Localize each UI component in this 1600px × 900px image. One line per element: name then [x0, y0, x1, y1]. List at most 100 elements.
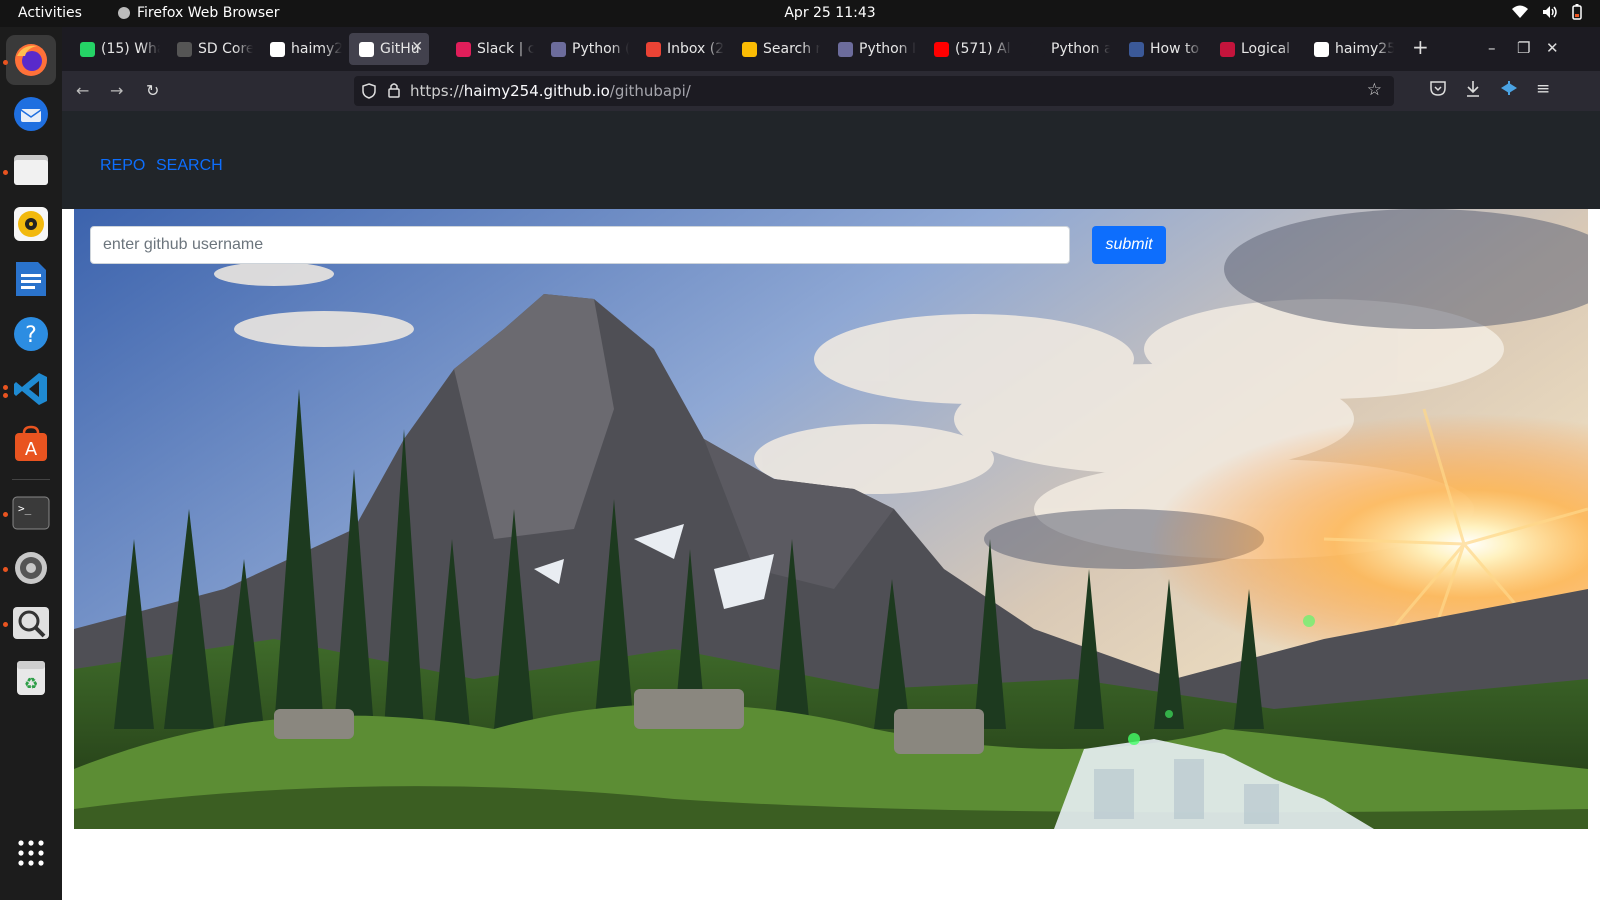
dock-files[interactable]: [10, 148, 52, 190]
blank-icon: [1030, 41, 1045, 57]
svg-text:♻: ♻: [24, 674, 38, 693]
whatsapp-icon: [80, 41, 95, 57]
browser-tab[interactable]: How to: [1119, 33, 1203, 65]
software-center-icon: A: [15, 425, 47, 461]
dock: ? A >_ ♻: [0, 27, 62, 900]
lock-icon[interactable]: [388, 82, 400, 98]
tab-fade: [516, 33, 534, 65]
pocket-icon[interactable]: [1430, 80, 1446, 96]
browser-tab[interactable]: SD Core: [167, 33, 253, 65]
url-text[interactable]: https://haimy254.github.io/githubapi/: [410, 82, 691, 100]
nav-link-repo[interactable]: REPO: [100, 157, 145, 175]
terminal-icon: >_: [12, 496, 50, 530]
dock-vscode[interactable]: [10, 368, 52, 410]
browser-tab[interactable]: Inbox (2: [636, 33, 724, 65]
dock-show-apps[interactable]: [10, 832, 52, 874]
forward-button[interactable]: →: [110, 81, 123, 100]
browser-tab[interactable]: Python I: [828, 33, 916, 65]
web-page: REPO SEARCH enter github username submit: [62, 111, 1600, 900]
address-bar[interactable]: https://haimy254.github.io/githubapi/ ☆: [354, 76, 1394, 106]
python-icon: [551, 41, 566, 57]
battery-icon: [1572, 4, 1582, 20]
new-tab-button[interactable]: +: [1412, 35, 1429, 59]
svg-text:>_: >_: [18, 502, 32, 515]
browser-tab[interactable]: Python add: [1020, 33, 1110, 65]
settings-icon: [15, 552, 47, 584]
browser-tab[interactable]: GitHu ✕: [349, 33, 429, 65]
github-username-input[interactable]: [90, 226, 1070, 264]
dock-terminal[interactable]: >_: [10, 492, 52, 534]
dock-rhythmbox[interactable]: [10, 203, 52, 245]
clock[interactable]: Apr 25 11:43: [0, 5, 1600, 21]
tab-fade: [142, 33, 160, 65]
dock-firefox[interactable]: [6, 35, 56, 85]
site-navbar: REPO SEARCH: [62, 111, 1600, 209]
landscape-illustration: [74, 209, 1588, 829]
back-button[interactable]: ←: [76, 81, 89, 100]
reload-button[interactable]: ↻: [146, 81, 159, 100]
writer-icon: [16, 262, 46, 296]
dock-thunderbird[interactable]: [10, 93, 52, 135]
downloads-icon[interactable]: [1465, 80, 1481, 98]
rhythmbox-icon: [14, 207, 48, 241]
close-tab-icon[interactable]: ✕: [411, 39, 423, 55]
submit-button[interactable]: submit: [1092, 226, 1166, 264]
thunderbird-icon: [14, 97, 48, 131]
tds-icon: [1129, 41, 1144, 57]
youtube-icon: [934, 41, 949, 57]
hamburger-menu-icon[interactable]: ≡: [1536, 79, 1550, 99]
page-icon: [359, 41, 374, 57]
browser-tab[interactable]: Logical: [1210, 33, 1298, 65]
volume-icon: [1543, 6, 1557, 18]
close-window-button[interactable]: ✕: [1546, 39, 1559, 57]
tab-fade: [802, 33, 820, 65]
url-scheme: https://: [410, 82, 464, 100]
gmail-icon: [646, 41, 661, 57]
firefox-icon: [15, 44, 47, 76]
svg-text:A: A: [25, 439, 38, 460]
nav-link-search[interactable]: SEARCH: [156, 157, 223, 175]
files-icon: [14, 155, 48, 185]
wifi-icon: [1512, 5, 1528, 18]
hero-landscape-image: [74, 209, 1588, 829]
tab-fade: [1092, 33, 1110, 65]
dock-software[interactable]: A: [10, 423, 52, 465]
tab-fade: [611, 33, 629, 65]
magnifier-icon: [13, 607, 49, 639]
bookmark-star-icon[interactable]: ☆: [1367, 80, 1382, 100]
dock-trash[interactable]: ♻: [10, 657, 52, 699]
url-host: haimy254.github.io: [463, 82, 610, 100]
system-top-bar: Activities Firefox Web Browser Apr 25 11…: [0, 0, 1600, 27]
browser-tab[interactable]: (15) Wha: [70, 33, 160, 65]
dock-help[interactable]: ?: [10, 313, 52, 355]
tracking-shield-icon[interactable]: [362, 83, 376, 99]
dock-writer[interactable]: [10, 258, 52, 300]
tab-strip: (15) WhaSD Corehaimy25GitHu✕Slack | cPyt…: [62, 27, 1600, 71]
minimize-button[interactable]: –: [1488, 39, 1496, 57]
help-icon: ?: [14, 317, 48, 351]
browser-tab[interactable]: haimy25: [260, 33, 342, 65]
browser-tab[interactable]: haimy25: [1304, 33, 1394, 65]
app-grid-icon: [18, 840, 44, 866]
python-logo-icon: [838, 41, 853, 57]
restore-button[interactable]: ❐: [1517, 39, 1530, 57]
tab-fade: [324, 33, 342, 65]
navigation-toolbar: ← → ↻ https://haimy254.github.io/githuba…: [62, 71, 1600, 111]
dock-image-viewer[interactable]: [10, 602, 52, 644]
tab-fade: [1376, 33, 1394, 65]
tab-fade: [235, 33, 253, 65]
browser-tab[interactable]: Python (: [541, 33, 629, 65]
tab-fade: [1280, 33, 1298, 65]
tab-fade: [1185, 33, 1203, 65]
browser-tab[interactable]: Search r: [732, 33, 820, 65]
sd-core-icon: [177, 41, 192, 57]
browser-tab[interactable]: Slack | c: [446, 33, 534, 65]
github-icon: [270, 41, 285, 57]
system-tray[interactable]: [1512, 4, 1582, 20]
drive-icon: [742, 41, 757, 57]
dock-settings[interactable]: [10, 547, 52, 589]
tab-fade: [994, 33, 1012, 65]
extension-icon[interactable]: [1500, 80, 1518, 96]
vscode-icon: [14, 373, 47, 405]
browser-tab[interactable]: (571) All: [924, 33, 1012, 65]
